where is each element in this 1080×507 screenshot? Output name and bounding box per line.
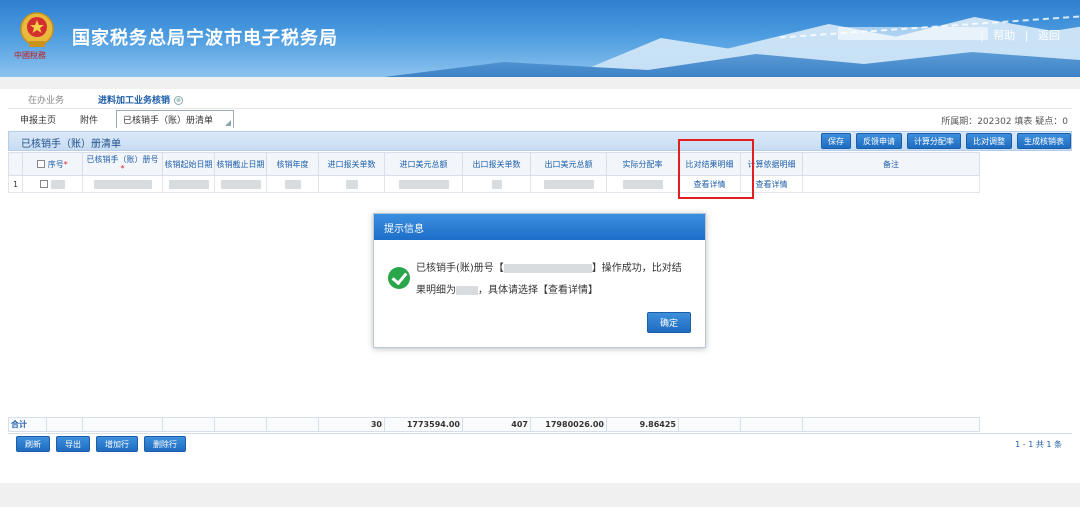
totals-row: 合计 30 1773594.00 407 17980026.00 9.86425 [8,417,980,432]
col-year: 核销年度 [266,152,319,176]
calc-detail-link[interactable]: 查看详情 [756,180,788,189]
total-import-count: 30 [318,417,385,432]
col-allocation-rate: 实际分配率 [606,152,679,176]
pager-info: 1 - 1 共 1 条 [1015,440,1062,449]
total-import-usd: 1773594.00 [384,417,463,432]
header-banner: 中國稅務 国家税务总局宁波市电子税务局 | 帮助 | 返回 [0,0,1080,77]
select-all-checkbox[interactable] [37,160,46,168]
col-remark: 备注 [802,152,980,176]
col-export-usd: 出口美元总额 [530,152,607,176]
tab-attachments[interactable]: 附件 [80,113,98,126]
col-import-usd: 进口美元总额 [384,152,463,176]
feedback-request-button[interactable]: 反馈申请 [856,133,902,149]
total-export-count: 407 [462,417,531,432]
grid-title: 已核销手（账）册清单 [21,139,121,150]
col-start-date: 核销起始日期 [162,152,215,176]
back-link[interactable]: 返回 [1038,29,1060,42]
col-import-count: 进口报关单数 [318,152,385,176]
site-title: 国家税务总局宁波市电子税务局 [72,28,338,49]
row-checkbox[interactable] [40,180,49,188]
generate-verification-button[interactable]: 生成核销表 [1017,133,1071,149]
add-row-button[interactable]: 增加行 [96,436,138,452]
tab-processing-trade[interactable]: 进料加工业务核销 ⊗ [98,93,184,106]
info-dialog: 提示信息 已核销手(账)册号【 】操作成功，比对结 果明细为 ，具体请选择【查看详情… [373,213,706,348]
verified-manual-grid: 序号* 已核销手（账）册号 * 核销起始日期 核销截止日期 核销年度 进口报关单数… [8,152,1050,193]
total-rate: 9.86425 [606,417,679,432]
col-export-count: 出口报关单数 [462,152,531,176]
dialog-message: 已核销手(账)册号【 】操作成功，比对结 果明细为 ，具体请选择【查看详情】 [374,240,705,302]
col-end-date: 核销截止日期 [214,152,267,176]
highlight-box [678,139,754,199]
delete-row-button[interactable]: 删除行 [144,436,186,452]
tax-emblem-icon [20,12,54,47]
ok-button[interactable]: 确定 [646,312,691,333]
period-info: 所属期：202302 填表 疑点：0 [941,117,1068,127]
grid-header-row: 序号* 已核销手（账）册号 * 核销起始日期 核销截止日期 核销年度 进口报关单数… [8,152,1050,176]
remark-cell[interactable] [802,175,980,193]
row-number: 1 [8,175,23,193]
grid-toolbar: 已核销手（账）册清单 保存 反馈申请 计算分配率 比对调整 生成核销表 [8,131,1072,151]
emblem-caption: 中國稅務 [14,51,46,60]
success-check-icon [388,267,410,289]
export-button[interactable]: 导出 [56,436,90,452]
table-row: 1 查看详情 查看详情 [8,175,1050,193]
manual-number-redacted [503,263,592,273]
grid-footer: 刷新 导出 增加行 删除行 1 - 1 共 1 条 [8,433,1072,453]
top-links: | 帮助 | 返回 [980,29,1060,42]
result-redacted [456,285,478,295]
col-index: 序号* [22,152,83,176]
tab-declaration-home[interactable]: 申报主页 [20,113,56,126]
user-name-redacted [838,27,988,40]
compare-adjust-button[interactable]: 比对调整 [966,133,1012,149]
total-export-usd: 17980026.00 [530,417,607,432]
refresh-button[interactable]: 刷新 [16,436,50,452]
help-link[interactable]: 帮助 [993,29,1015,42]
tab-pending-business[interactable]: 在办业务 [28,93,64,106]
col-manual-number: 已核销手（账）册号 * [82,152,163,176]
calc-allocation-rate-button[interactable]: 计算分配率 [907,133,961,149]
dialog-title: 提示信息 [374,214,705,240]
totals-label: 合计 [8,417,47,432]
tab-processing-trade-label: 进料加工业务核销 [98,96,171,106]
save-button[interactable]: 保存 [821,133,851,149]
close-tab-icon[interactable]: ⊗ [174,96,184,105]
tab-verified-manual-list[interactable]: 已核销手（账）册清单 [116,110,234,128]
manual-number-redacted [93,179,152,189]
